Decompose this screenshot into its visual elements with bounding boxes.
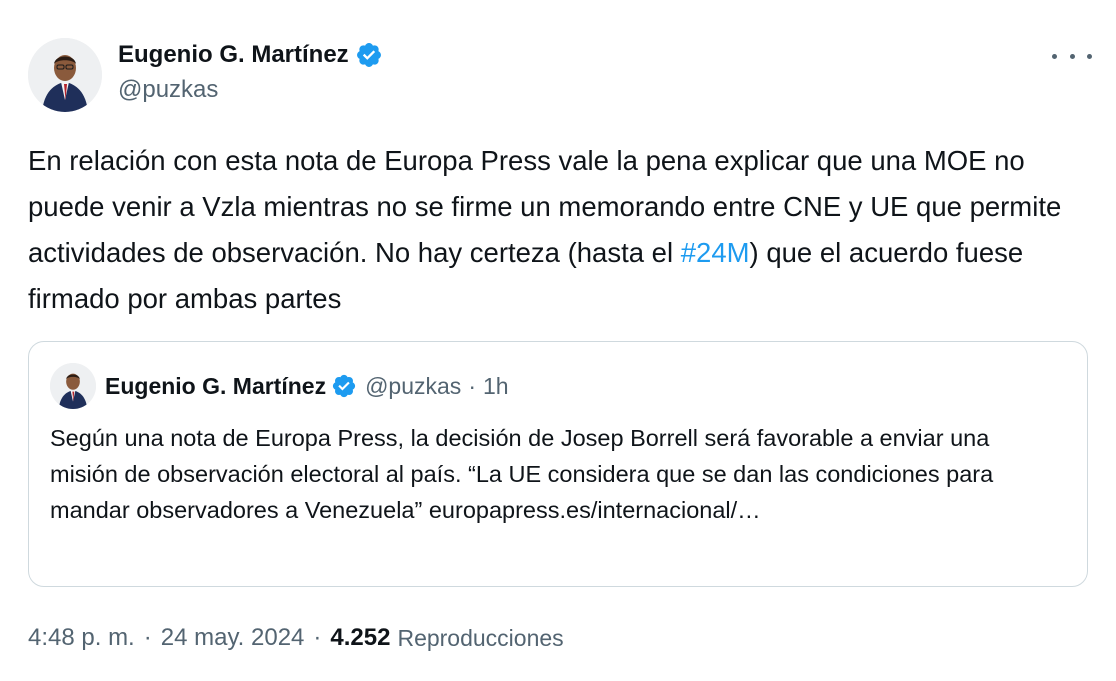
- quoted-tweet[interactable]: Eugenio G. Martínez @puzkas · 1h Según u…: [28, 341, 1088, 587]
- quoted-header: Eugenio G. Martínez @puzkas · 1h: [105, 368, 509, 404]
- quoted-link: europapress.es/internacional/…: [428, 497, 761, 523]
- quoted-author-avatar: [50, 363, 96, 409]
- verified-badge-icon: [331, 373, 357, 399]
- avatar-photo: [50, 363, 96, 409]
- author-name-row: Eugenio G. Martínez: [118, 38, 383, 72]
- author-avatar[interactable]: [28, 38, 102, 112]
- separator-dot: ·: [468, 372, 476, 399]
- quoted-time[interactable]: 1h: [483, 373, 509, 400]
- quoted-text: Según una nota de Europa Press, la decis…: [50, 420, 1060, 528]
- more-options-icon[interactable]: [1052, 42, 1092, 70]
- avatar-photo: [28, 38, 102, 112]
- separator-dot: ·: [313, 624, 322, 651]
- tweet-author: Eugenio G. Martínez @puzkas: [118, 38, 383, 104]
- hashtag-link[interactable]: #24M: [681, 237, 750, 268]
- tweet-time[interactable]: 4:48 p. m.: [28, 624, 135, 652]
- author-handle[interactable]: @puzkas: [118, 76, 383, 104]
- tweet-meta: 4:48 p. m. · 24 may. 2024 · 4.252 Reprod…: [28, 620, 564, 656]
- tweet-text: En relación con esta nota de Europa Pres…: [28, 138, 1088, 322]
- quoted-author-name: Eugenio G. Martínez: [105, 372, 327, 399]
- author-name[interactable]: Eugenio G. Martínez: [118, 41, 349, 69]
- verified-badge-icon[interactable]: [355, 41, 383, 69]
- separator-dot: ·: [143, 624, 152, 651]
- views-label[interactable]: Reproducciones: [397, 625, 563, 652]
- quoted-author-handle: @puzkas: [365, 372, 462, 399]
- views-count[interactable]: 4.252: [330, 624, 390, 652]
- tweet-date[interactable]: 24 may. 2024: [161, 624, 305, 652]
